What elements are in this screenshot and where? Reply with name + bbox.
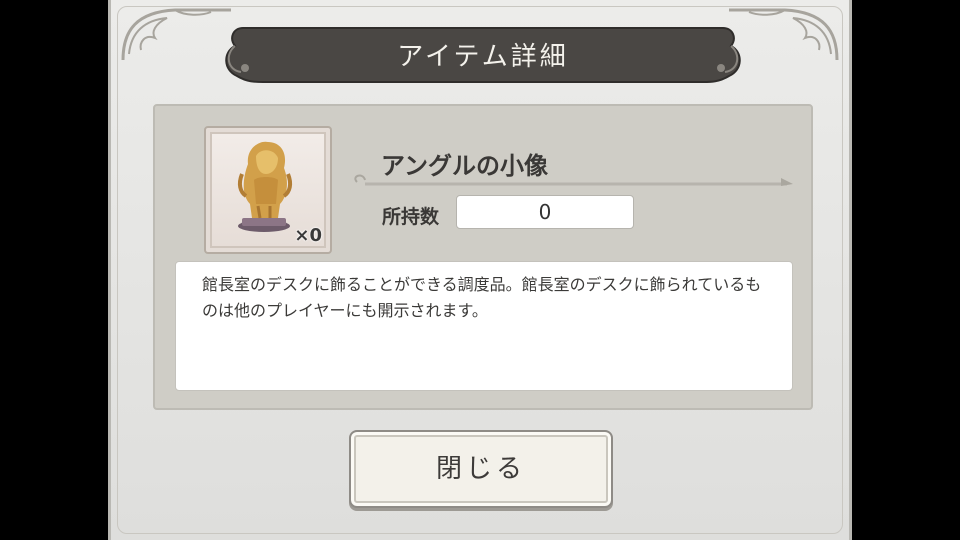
- owned-count-label: 所持数: [382, 206, 440, 228]
- corner-ornament-icon: [121, 8, 231, 61]
- item-icon-slot: ×0: [210, 132, 326, 248]
- corner-ornament-icon: [729, 8, 839, 61]
- item-detail-dialog: アイテム詳細 ×0 アングルの小像 所持数 0 館長室のデスクに飾ることができる…: [108, 0, 852, 540]
- owned-count-field: 0: [456, 195, 634, 229]
- name-underline-ornament: [354, 174, 793, 186]
- item-description: 館長室のデスクに飾ることができる調度品。館長室のデスクに飾られているものは他のプ…: [175, 261, 793, 391]
- item-detail-panel: ×0 アングルの小像 所持数 0 館長室のデスクに飾ることができる調度品。館長室…: [153, 104, 813, 410]
- dialog-title: アイテム詳細: [397, 42, 569, 72]
- close-button[interactable]: 閉じる: [349, 430, 613, 508]
- item-icon-frame: ×0: [204, 126, 332, 254]
- quantity-badge: ×0: [294, 225, 322, 246]
